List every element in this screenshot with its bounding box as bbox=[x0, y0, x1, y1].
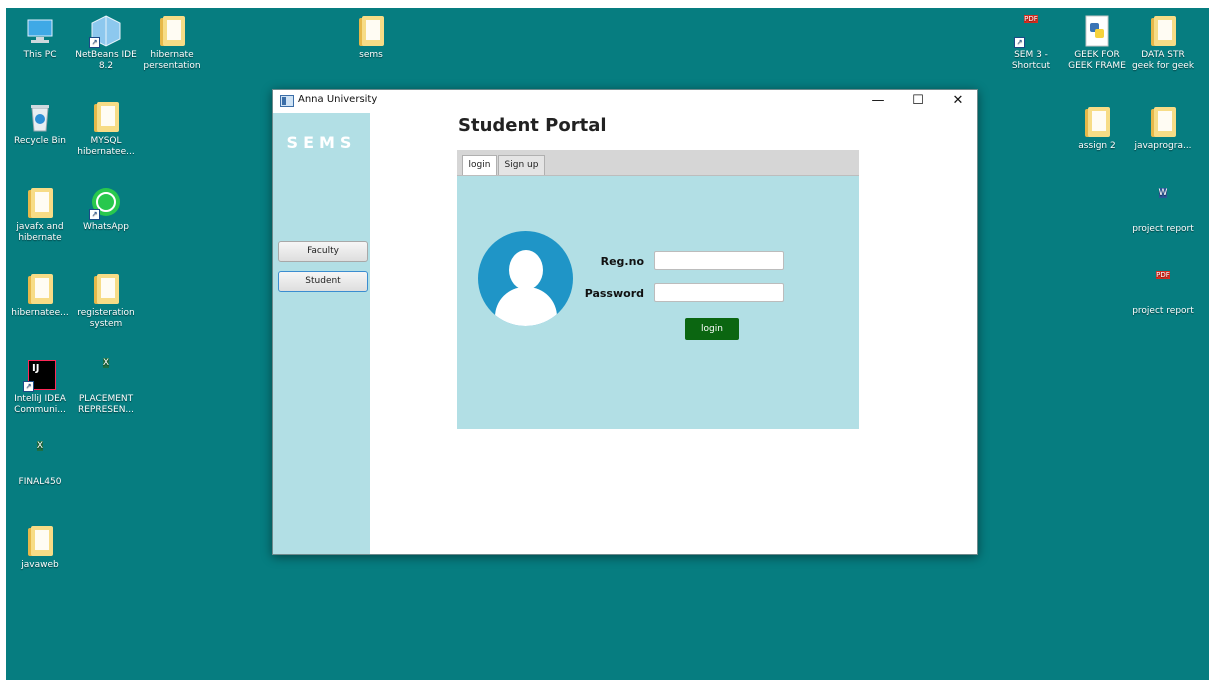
desktop-icon-data-str[interactable]: DATA STR geek for geek bbox=[1129, 14, 1197, 72]
desktop-icon-label: FINAL450 bbox=[18, 477, 62, 487]
shortcut-arrow-icon: ↗ bbox=[89, 37, 100, 48]
whatsapp-icon: ↗ bbox=[89, 186, 123, 220]
desktop-icon-this-pc[interactable]: This PC bbox=[6, 14, 74, 61]
tab-bar: login Sign up bbox=[457, 150, 859, 176]
maximize-button[interactable]: ☐ bbox=[898, 90, 938, 113]
computer-icon bbox=[23, 14, 57, 48]
desktop-icon-label: registeration system bbox=[77, 308, 135, 329]
login-button[interactable]: login bbox=[685, 318, 739, 340]
desktop-icon-label: WhatsApp bbox=[83, 222, 129, 232]
folder-icon bbox=[23, 524, 57, 558]
faculty-button[interactable]: Faculty bbox=[278, 241, 368, 262]
folder-icon bbox=[23, 272, 57, 306]
window-titlebar[interactable]: Anna University — ☐ ✕ bbox=[273, 90, 977, 113]
pdf-file-icon: PDF bbox=[1156, 271, 1170, 279]
desktop-icon-label: javaprogra... bbox=[1134, 141, 1192, 151]
app-window: Anna University — ☐ ✕ SEMS Faculty Stude… bbox=[272, 89, 978, 555]
word-file-icon: W bbox=[1158, 188, 1168, 198]
app-window-icon bbox=[280, 95, 294, 107]
desktop-icon-recycle-bin[interactable]: Recycle Bin bbox=[6, 100, 74, 147]
folder-icon bbox=[354, 14, 388, 48]
user-avatar-icon bbox=[478, 231, 573, 326]
excel-file-icon: X bbox=[102, 358, 110, 368]
tab-login[interactable]: login bbox=[462, 155, 497, 175]
pdf-file-icon: PDF ↗ bbox=[1014, 14, 1048, 48]
desktop-icon-whatsapp[interactable]: ↗ WhatsApp bbox=[72, 186, 140, 233]
close-button[interactable]: ✕ bbox=[938, 90, 978, 113]
desktop-icon-final450[interactable]: X FINAL450 bbox=[6, 441, 74, 488]
intellij-icon: IJ ↗ bbox=[23, 358, 57, 392]
folder-icon bbox=[89, 100, 123, 134]
regno-input[interactable] bbox=[654, 251, 784, 270]
desktop-icon-geek-for-geek-frame[interactable]: GEEK FOR GEEK FRAME bbox=[1063, 14, 1131, 72]
folder-icon bbox=[1080, 105, 1114, 139]
desktop-icon-project-report-word[interactable]: W project report bbox=[1129, 188, 1197, 235]
desktop-icon-label: SEM 3 - Shortcut bbox=[1011, 50, 1051, 71]
minimize-button[interactable]: — bbox=[858, 90, 898, 113]
desktop-icon-label: This PC bbox=[23, 50, 57, 60]
desktop-icon-label: GEEK FOR GEEK FRAME bbox=[1068, 50, 1126, 71]
shortcut-arrow-icon: ↗ bbox=[89, 209, 100, 220]
desktop-icon-placement[interactable]: X PLACEMENT REPRESEN... bbox=[72, 358, 140, 416]
folder-icon bbox=[155, 14, 189, 48]
desktop-icon-label: javafx and hibernate bbox=[16, 222, 64, 243]
desktop-icon-label: Recycle Bin bbox=[14, 136, 66, 146]
desktop-icon-label: hibernate persentation bbox=[143, 50, 201, 71]
password-label: Password bbox=[584, 287, 644, 300]
window-title: Anna University bbox=[298, 94, 378, 105]
desktop-icon-label: MYSQL hibernatee... bbox=[77, 136, 135, 157]
password-input[interactable] bbox=[654, 283, 784, 302]
desktop-icon-hibernatee[interactable]: hibernatee... bbox=[6, 272, 74, 319]
shortcut-arrow-icon: ↗ bbox=[23, 381, 34, 392]
desktop-icon-javafx-and-hibernate[interactable]: javafx and hibernate bbox=[6, 186, 74, 244]
desktop-icon-label: DATA STR geek for geek bbox=[1131, 50, 1195, 71]
sidebar: SEMS Faculty Student bbox=[273, 113, 370, 554]
desktop-icon-label: sems bbox=[359, 50, 383, 60]
excel-file-icon: X bbox=[36, 441, 44, 451]
desktop-icon-label: hibernatee... bbox=[11, 308, 69, 318]
desktop-icon-label: PLACEMENT REPRESEN... bbox=[77, 394, 135, 415]
desktop-icon-label: project report bbox=[1132, 306, 1194, 316]
tab-sign-up[interactable]: Sign up bbox=[498, 155, 545, 175]
page-title: Student Portal bbox=[458, 115, 607, 136]
folder-icon bbox=[23, 186, 57, 220]
desktop-icon-assign2[interactable]: assign 2 bbox=[1063, 105, 1131, 152]
desktop-icon-sem3-shortcut[interactable]: PDF ↗ SEM 3 - Shortcut bbox=[997, 14, 1065, 72]
regno-label: Reg.no bbox=[600, 255, 644, 268]
python-file-icon bbox=[1080, 14, 1114, 48]
desktop-icon-registeration-system[interactable]: registeration system bbox=[72, 272, 140, 330]
login-form-panel: Reg.no Password login bbox=[457, 176, 859, 429]
folder-icon bbox=[1146, 105, 1180, 139]
desktop-icon-label: NetBeans IDE 8.2 bbox=[75, 50, 137, 71]
desktop-icon-sems[interactable]: sems bbox=[337, 14, 405, 61]
netbeans-icon: ↗ bbox=[89, 14, 123, 48]
desktop-icon-netbeans[interactable]: ↗ NetBeans IDE 8.2 bbox=[72, 14, 140, 72]
desktop-icon-intellij[interactable]: IJ ↗ IntelliJ IDEA Communi... bbox=[6, 358, 74, 416]
student-button[interactable]: Student bbox=[278, 271, 368, 292]
recycle-bin-icon bbox=[23, 100, 57, 134]
app-logo: SEMS bbox=[286, 133, 357, 152]
desktop-icon-label: IntelliJ IDEA Communi... bbox=[14, 394, 66, 415]
shortcut-arrow-icon: ↗ bbox=[1014, 37, 1025, 48]
desktop-icon-javaprogra[interactable]: javaprogra... bbox=[1129, 105, 1197, 152]
desktop-icon-label: assign 2 bbox=[1078, 141, 1116, 151]
folder-icon bbox=[89, 272, 123, 306]
desktop-icon-mysql[interactable]: MYSQL hibernatee... bbox=[72, 100, 140, 158]
folder-icon bbox=[1146, 14, 1180, 48]
desktop-icon-label: project report bbox=[1132, 224, 1194, 234]
desktop-icon-project-report-pdf[interactable]: PDF project report bbox=[1129, 270, 1197, 317]
desktop-icon-hibernate-persentation[interactable]: hibernate persentation bbox=[138, 14, 206, 72]
desktop-icon-javaweb[interactable]: javaweb bbox=[6, 524, 74, 571]
desktop-icon-label: javaweb bbox=[21, 560, 59, 570]
